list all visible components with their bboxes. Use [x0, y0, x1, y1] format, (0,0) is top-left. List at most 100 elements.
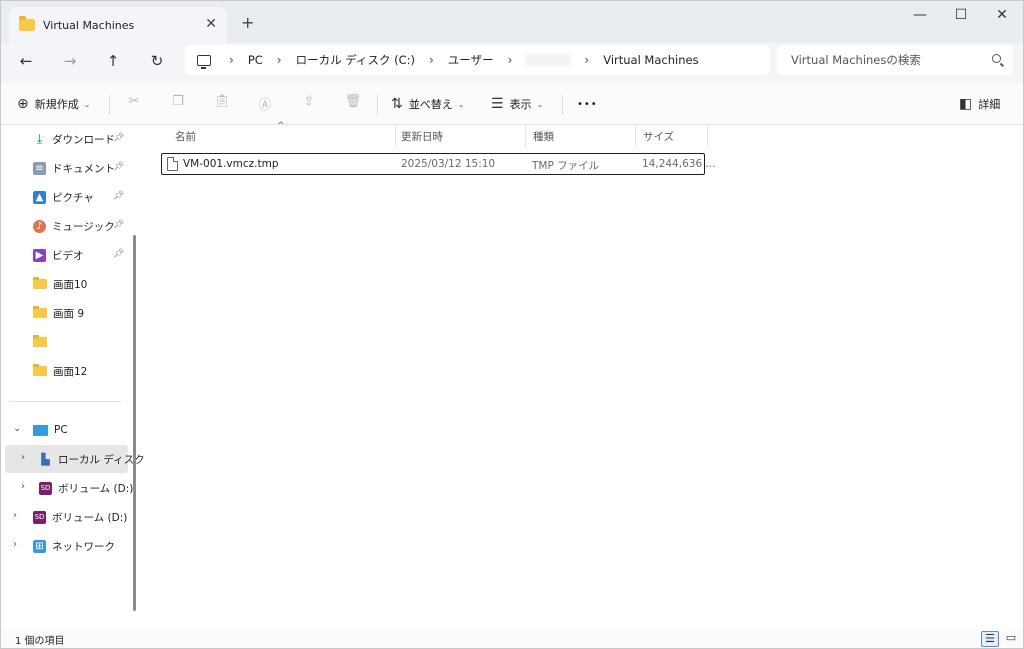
chevron-right-icon[interactable]: › — [13, 539, 17, 550]
search-box[interactable] — [777, 45, 1013, 75]
plus-circle-icon: ⊕ — [17, 96, 29, 112]
sort-button[interactable]: ⇅ 並べ替え ⌄ — [391, 93, 464, 115]
search-input[interactable] — [791, 53, 981, 67]
chevron-down-icon: ⌄ — [457, 99, 465, 109]
network-icon: ⊞ — [33, 539, 46, 553]
status-bar: 1 個の項目 ☰ ▭ — [1, 629, 1023, 648]
minimize-button[interactable]: — — [897, 6, 943, 30]
tiles-view-icon[interactable]: ▭ — [1002, 631, 1020, 647]
up-button[interactable]: ↑ — [102, 51, 124, 73]
copy-icon[interactable]: ❐ — [169, 94, 187, 112]
breadcrumb-pc[interactable]: PC — [248, 53, 263, 67]
breadcrumb-local-disk[interactable]: ローカル ディスク (C:) — [296, 52, 415, 68]
column-header-name[interactable]: 名前 — [167, 125, 395, 147]
file-list: ^ 名前 更新日時 種類 サイズ VM-001.vmcz.tmp 2025/03… — [145, 121, 1023, 629]
back-button[interactable]: ← — [15, 51, 37, 73]
column-header-type[interactable]: 種類 — [525, 125, 635, 147]
address-bar[interactable]: › PC › ローカル ディスク (C:) › ユーザー › › Virtual… — [185, 45, 769, 75]
tab-title: Virtual Machines — [43, 18, 135, 32]
drive-icon: ▙ — [41, 452, 50, 466]
file-size: 14,244,636 ... — [642, 158, 716, 170]
sidebar-item-documents[interactable]: ≡ ドキュメント — [33, 156, 115, 180]
sidebar-item-folder-unnamed[interactable] — [33, 330, 53, 354]
refresh-button[interactable]: ↻ — [146, 51, 168, 73]
chevron-right-icon[interactable]: › — [508, 53, 513, 67]
sidebar-item-volume-d-2[interactable]: SD ボリューム (D:) — [33, 505, 127, 529]
pin-icon[interactable]: 📌︎ — [113, 249, 124, 259]
chevron-right-icon[interactable]: › — [429, 53, 434, 67]
cut-icon[interactable]: ✂ — [125, 94, 143, 112]
view-label: 表示 — [509, 98, 532, 111]
sidebar-item-pictures[interactable]: ▲ ピクチャ — [33, 185, 94, 209]
sidebar-item-network[interactable]: ⊞ ネットワーク — [33, 534, 115, 558]
sidebar-item-folder-9[interactable]: 画面 9 — [33, 301, 84, 325]
music-icon: ♪ — [33, 219, 46, 233]
search-icon[interactable] — [992, 54, 1001, 63]
sidebar-item-pc[interactable]: PC — [33, 418, 68, 442]
picture-icon: ▲ — [33, 190, 46, 204]
command-bar: ⊕ 新規作成 ⌄ ✂ ❐ 📋︎ Ⓐ ⇪ 🗑︎ ⇅ 並べ替え ⌄ ☰ 表示 ⌄ •… — [1, 83, 1023, 125]
sidebar-divider — [9, 401, 121, 402]
chevron-right-icon[interactable]: › — [21, 481, 25, 492]
file-icon — [167, 157, 178, 171]
sidebar-item-local-disk[interactable]: ▙ ローカル ディスク — [39, 447, 144, 471]
sidebar-scrollbar[interactable] — [133, 235, 136, 611]
breadcrumb-users[interactable]: ユーザー — [448, 52, 494, 68]
details-label: 詳細 — [978, 98, 1001, 111]
new-button[interactable]: ⊕ 新規作成 ⌄ — [17, 93, 90, 115]
close-window-button[interactable]: ✕ — [979, 6, 1023, 30]
more-options-button[interactable]: ••• — [577, 93, 598, 115]
computer-icon — [33, 424, 48, 436]
column-header-date[interactable]: 更新日時 — [393, 125, 525, 147]
tab-virtual-machines[interactable]: Virtual Machines ✕ — [9, 7, 227, 43]
folder-icon — [33, 306, 47, 318]
sidebar-item-music[interactable]: ♪ ミュージック — [33, 214, 115, 238]
sidebar-item-folder-10[interactable]: 画面10 — [33, 272, 87, 296]
table-row[interactable]: VM-001.vmcz.tmp 2025/03/12 15:10 TMP ファイ… — [161, 153, 715, 175]
delete-icon[interactable]: 🗑︎ — [344, 94, 362, 112]
forward-button[interactable]: → — [59, 51, 81, 73]
title-bar: Virtual Machines ✕ + — ☐ ✕ — [1, 1, 1023, 43]
sd-card-icon: SD — [33, 510, 46, 524]
address-row: ← → ↑ ↻ › PC › ローカル ディスク (C:) › ユーザー › ›… — [1, 43, 1023, 83]
explorer-window: Virtual Machines ✕ + — ☐ ✕ ← → ↑ ↻ › PC … — [0, 0, 1024, 649]
folder-icon — [33, 277, 47, 289]
view-button[interactable]: ☰ 表示 ⌄ — [491, 93, 543, 115]
close-tab-icon[interactable]: ✕ — [205, 16, 217, 32]
details-pane-icon: ◧ — [959, 96, 973, 112]
column-divider[interactable] — [707, 125, 708, 147]
details-button[interactable]: ◧ 詳細 — [959, 93, 1000, 115]
chevron-down-icon[interactable]: ⌄ — [13, 423, 21, 434]
breadcrumb-user-redacted[interactable] — [526, 54, 571, 66]
video-icon: ▶ — [33, 248, 46, 262]
chevron-down-icon: ⌄ — [536, 99, 544, 109]
pin-icon[interactable]: 📌︎ — [113, 220, 124, 230]
chevron-right-icon[interactable]: › — [13, 510, 17, 521]
divider — [562, 95, 563, 115]
chevron-right-icon[interactable]: › — [21, 452, 25, 463]
maximize-button[interactable]: ☐ — [938, 6, 984, 30]
divider — [109, 95, 110, 115]
pin-icon[interactable]: 📌︎ — [113, 191, 124, 201]
chevron-right-icon[interactable]: › — [277, 53, 282, 67]
chevron-right-icon[interactable]: › — [584, 53, 589, 67]
paste-icon[interactable]: 📋︎ — [213, 94, 231, 112]
sidebar-item-volume-d[interactable]: SD ボリューム (D:) — [39, 476, 133, 500]
chevron-right-icon[interactable]: › — [229, 53, 234, 67]
share-icon[interactable]: ⇪ — [300, 94, 318, 112]
sort-icon: ⇅ — [391, 96, 403, 112]
divider — [377, 95, 378, 115]
sd-card-icon: SD — [39, 481, 52, 495]
pin-icon[interactable]: 📌︎ — [113, 133, 124, 143]
document-icon: ≡ — [33, 161, 46, 175]
sidebar-item-videos[interactable]: ▶ ビデオ — [33, 243, 84, 267]
sidebar-item-folder-12[interactable]: 画面12 — [33, 359, 87, 383]
details-view-icon[interactable]: ☰ — [981, 631, 999, 647]
sidebar-item-downloads[interactable]: ⤓ ダウンロード — [33, 127, 115, 151]
rename-icon[interactable]: Ⓐ — [256, 94, 274, 113]
column-header-size[interactable]: サイズ — [635, 125, 707, 147]
sort-label: 並べ替え — [408, 98, 453, 111]
new-tab-button[interactable]: + — [241, 13, 254, 32]
pin-icon[interactable]: 📌︎ — [113, 162, 124, 172]
breadcrumb-virtual-machines[interactable]: Virtual Machines — [603, 53, 698, 67]
